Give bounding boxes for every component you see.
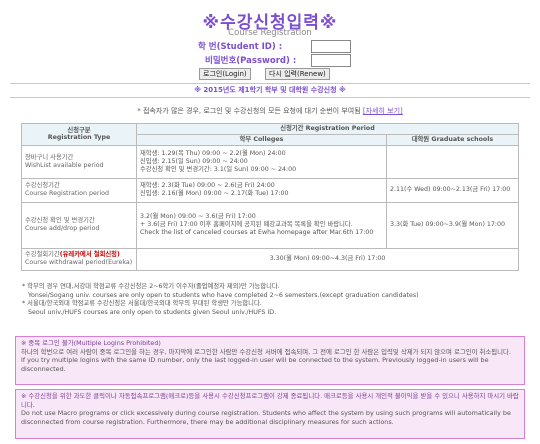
cell-line: 재학생: 1.29(목 Thu) 09:00 ~ 2.2(월 Mon) 24:0… bbox=[140, 149, 286, 157]
divider bbox=[10, 83, 530, 84]
row-type-ko: 장바구니 사용기간 bbox=[25, 153, 74, 161]
divider bbox=[10, 97, 530, 98]
note-line: * 학부의 경우 연대,서강대 학점교류 수강신청은 2~6학기 이수자(졸업예… bbox=[22, 283, 280, 290]
row-undergrad: 재학생: 1.29(목 Thu) 09:00 ~ 2.2(월 Mon) 24:0… bbox=[136, 144, 387, 179]
table-row: 수강신청기간 Course Registration period 재학생: 2… bbox=[21, 177, 520, 203]
row-type-highlight: (유레카에서 철회신청) bbox=[59, 251, 120, 259]
row-type: 수강신청 확인 및 변경기간 Course add/drop period bbox=[21, 201, 137, 249]
row-type: 수강철회기간(유레카에서 철회신청) Course withdrawal per… bbox=[21, 247, 137, 271]
row-type: 장바구니 사용기간 WishList available period bbox=[21, 144, 137, 179]
login-button[interactable]: 로그인(Login) bbox=[199, 68, 251, 80]
renew-button[interactable]: 다시 입력(Renew) bbox=[265, 68, 330, 80]
row-type-en: Course withdrawal period(Eureka) bbox=[25, 259, 133, 267]
table-row: 수강철회기간(유레카에서 철회신청) Course withdrawal per… bbox=[21, 247, 520, 271]
note-line: Yonsei/Sogang univ. courses are only ope… bbox=[28, 291, 419, 299]
password-input[interactable] bbox=[311, 54, 351, 67]
header-undergrad: 학부 Colleges bbox=[136, 133, 387, 146]
header-type: 신청구분 Registration Type bbox=[21, 123, 137, 146]
header-period: 신청기간 Registration Period bbox=[135, 123, 520, 135]
warning-line: 하나의 학번으로 여러 사람이 중복 로그인을 하는 경우, 마지막에 로그인한… bbox=[21, 347, 511, 356]
cell-line: 신입생: 2.16(월 Mon) 09:00 ~ 2.17(화 Tue) 17:… bbox=[140, 190, 289, 198]
warning-line: ※ 수강신청을 위한 과도한 클릭이나 자동접속프로그램(매크로)등을 사용시 … bbox=[21, 392, 519, 409]
row-merged: 3.30(월 Mon) 09:00~4.3(금 Fri) 17:00 bbox=[135, 247, 520, 271]
registration-schedule-table: 신청구분 Registration Type 신청기간 Registration… bbox=[21, 123, 520, 271]
queue-info: * 접속자가 많은 경우, 로그인 및 수강신청의 모든 요청에 대기 순번이 … bbox=[0, 106, 540, 116]
row-type-ko: 수강신청기간 bbox=[25, 182, 60, 190]
row-grad: 3.3(화 Tue) 09:00~3.9(월 Mon) 17:00 bbox=[385, 201, 520, 249]
table-row: 수강신청 확인 및 변경기간 Course add/drop period 3.… bbox=[21, 201, 520, 249]
header-type-ko: 신청구분 bbox=[67, 126, 91, 134]
warning-heading: ※ 중복 로그인 불가(Multiple Logins Prohibited) bbox=[21, 339, 161, 347]
cell-line: + 3.6(금 Fri) 17:00 이후 홈페이지에 공지된 폐강교과목 목록… bbox=[140, 221, 353, 229]
row-undergrad: 재학생: 2.3(화 Tue) 09:00 ~ 2.6(금 Fri) 24:00… bbox=[136, 177, 387, 203]
page-subtitle: Course Registration bbox=[228, 28, 312, 38]
student-id-input[interactable] bbox=[311, 40, 351, 53]
row-type-ko: 수강철회기간(유레카에서 철회신청) bbox=[25, 251, 133, 259]
exchange-notes: * 학부의 경우 연대,서강대 학점교류 수강신청은 2~6학기 이수자(졸업예… bbox=[22, 283, 522, 317]
note-line: * 서울대/한국외대 학점교류 수강신청은 서울대/한국외대 학부의 부대된 학… bbox=[22, 300, 262, 307]
row-type-ko: 수강신청 확인 및 변경기간 bbox=[25, 217, 95, 225]
macro-warning: ※ 수강신청을 위한 과도한 클릭이나 자동접속프로그램(매크로)등을 사용시 … bbox=[15, 389, 525, 439]
details-link[interactable]: [자세히 보기] bbox=[363, 107, 403, 115]
student-id-label: 학 번(Student ID) : bbox=[198, 42, 283, 52]
row-type-prefix: 수강철회기간 bbox=[25, 251, 60, 259]
multiple-login-warning: ※ 중복 로그인 불가(Multiple Logins Prohibited) … bbox=[15, 336, 525, 385]
row-type-en: Course Registration period bbox=[25, 190, 110, 198]
row-type: 수강신청기간 Course Registration period bbox=[21, 177, 137, 203]
row-grad bbox=[385, 144, 520, 179]
warning-line: If you try multiple logins with the same… bbox=[21, 356, 489, 373]
note-line: Seoul univ./HUFS courses are only open t… bbox=[28, 308, 277, 316]
header-grad: 대학원 Graduate schools bbox=[385, 133, 520, 146]
password-label: 비밀번호(Password) : bbox=[205, 56, 297, 66]
row-type-en: WishList available period bbox=[25, 161, 104, 169]
row-undergrad: 3.2(월 Mon) 09:00 ~ 3.6(금 Fri) 17:00 + 3.… bbox=[136, 201, 387, 249]
cell-line: 수강신청 확인 및 변경기간: 3.1(일 Sun) 09:00 ~ 24:00 bbox=[140, 165, 297, 173]
row-type-en: Course add/drop period bbox=[25, 225, 100, 233]
cell-line: 신입생: 2.15(일 Sun) 09:00 ~ 24:00 bbox=[140, 157, 248, 165]
table-row: 장바구니 사용기간 WishList available period 재학생:… bbox=[21, 144, 520, 179]
row-grad: 2.11(수 Wed) 09:00~2.13(금 Fri) 17:00 bbox=[385, 177, 520, 203]
warning-line: Do not use Macro programs or click exces… bbox=[21, 409, 511, 426]
header-type-en: Registration Type bbox=[47, 134, 111, 142]
semester-notice: ※ 2015년도 제1학기 학부 및 대학원 수강신청 ※ bbox=[194, 86, 346, 94]
cell-line: Check the list of canceled courses at Ew… bbox=[140, 229, 374, 237]
queue-info-text: * 접속자가 많은 경우, 로그인 및 수강신청의 모든 요청에 대기 순번이 … bbox=[137, 107, 361, 115]
